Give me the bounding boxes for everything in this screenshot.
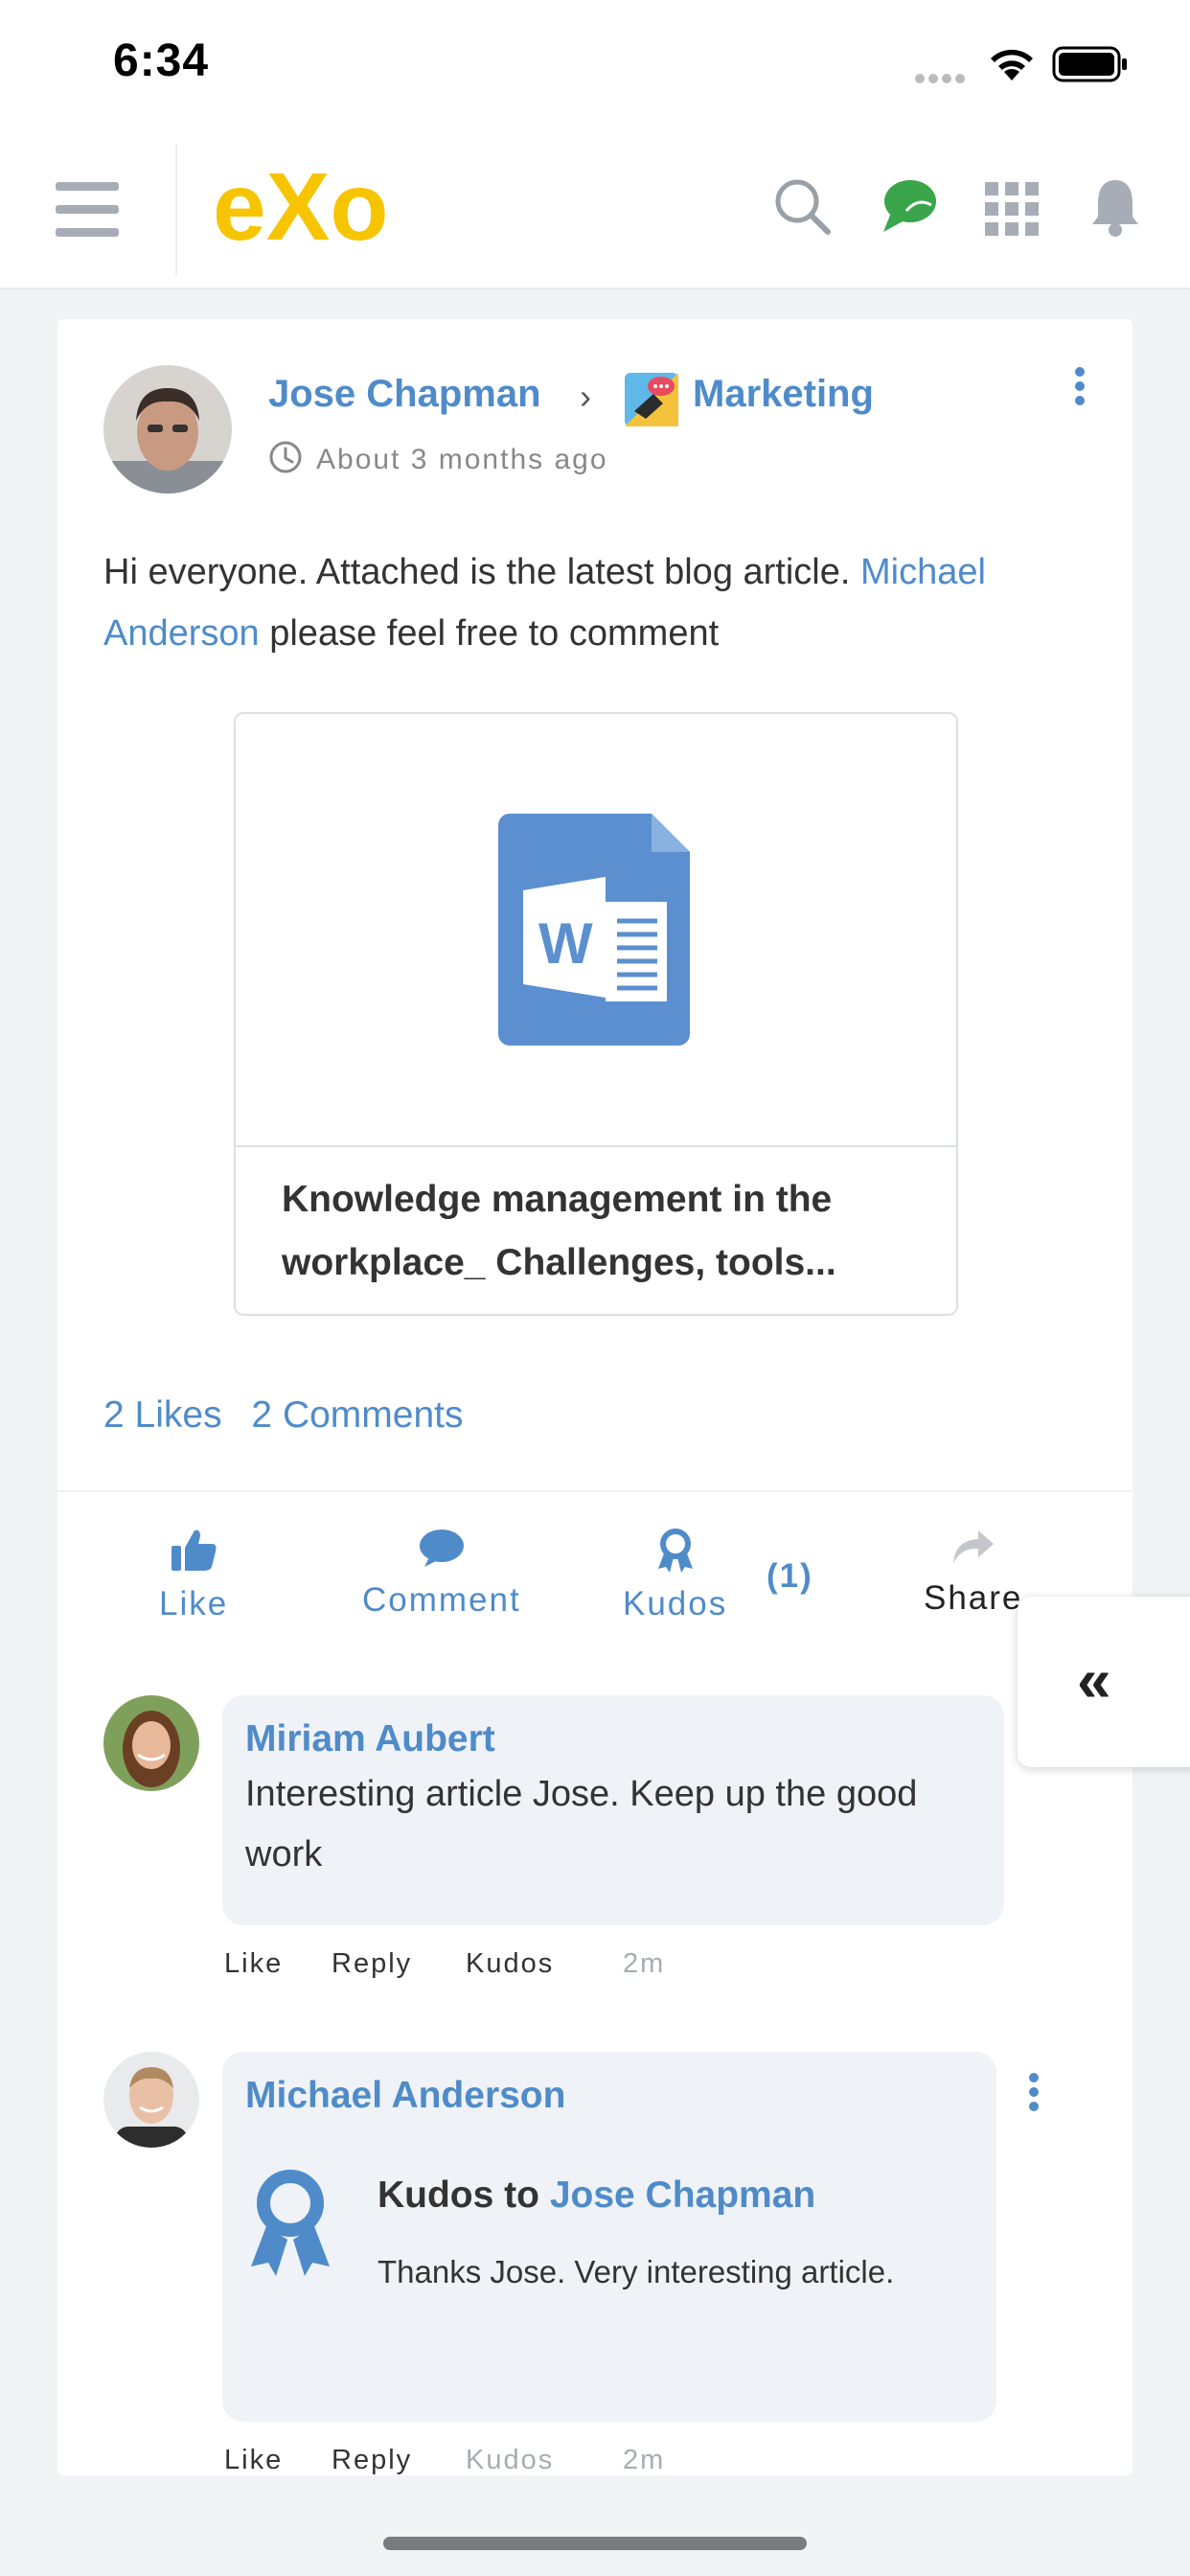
activity-post-card: Jose Chapman › Marketing About 3 months …: [57, 319, 1133, 2475]
attachment-title: Knowledge management in the workplace_ C…: [282, 1179, 836, 1283]
status-time: 6:34: [113, 35, 210, 86]
post-author-name[interactable]: Jose Chapman: [268, 373, 541, 416]
battery-icon: [1052, 46, 1127, 82]
likes-count-link[interactable]: 2 Likes: [103, 1394, 222, 1436]
kudos-count[interactable]: (1): [767, 1557, 813, 1596]
nav-divider: [175, 144, 177, 276]
search-icon[interactable]: [772, 176, 834, 238]
kudos-button[interactable]: Kudos: [623, 1529, 727, 1623]
comment-more-options-icon[interactable]: [1029, 2073, 1041, 2116]
exo-logo[interactable]: eXo: [213, 155, 423, 261]
card-divider: [57, 1490, 1133, 1492]
share-button[interactable]: Share: [924, 1529, 1022, 1618]
kudos-heading: Kudos to Jose Chapman: [378, 2174, 816, 2216]
post-timestamp: About 3 months ago: [316, 444, 608, 475]
comment-bubble: Michael Anderson Kudos to Jose Chapman T…: [222, 2052, 996, 2422]
chevron-right-icon: ›: [580, 377, 591, 416]
author-avatar[interactable]: [103, 365, 232, 494]
post-more-options-icon[interactable]: [1075, 367, 1087, 410]
attachment-preview: W: [236, 714, 956, 1147]
comment-timestamp: 2m: [623, 1948, 666, 1979]
comments-count-link[interactable]: 2 Comments: [251, 1394, 463, 1436]
chat-icon[interactable]: [878, 176, 939, 238]
comment-timestamp: 2m: [623, 2445, 666, 2475]
drawer-toggle-button[interactable]: «: [1018, 1597, 1190, 1767]
comment-author-name[interactable]: Michael Anderson: [245, 2075, 565, 2117]
share-arrow-icon: [952, 1530, 994, 1563]
document-attachment[interactable]: W Knowledge management in the workplace_…: [234, 712, 958, 1316]
comment-kudos-button: Kudos: [466, 2445, 555, 2475]
wifi-icon: [991, 49, 1033, 80]
double-chevron-left-icon: «: [1077, 1645, 1111, 1714]
post-space-name[interactable]: Marketing: [693, 373, 874, 416]
kudos-ribbon-icon: [657, 1529, 693, 1573]
menu-icon[interactable]: [56, 182, 119, 238]
comment-author-avatar[interactable]: [103, 1695, 199, 1791]
comment-bubble: Miriam Aubert Interesting article Jose. …: [222, 1695, 1004, 1925]
logo-text: eXo: [213, 155, 388, 261]
post-body-text: Hi everyone. Attached is the latest blog…: [103, 552, 986, 654]
apps-grid-icon[interactable]: [985, 182, 1039, 236]
reaction-counts: 2 Likes 2 Comments: [103, 1394, 483, 1437]
comment-author-avatar[interactable]: [103, 2052, 199, 2148]
kudos-target-link[interactable]: Jose Chapman: [550, 2174, 815, 2216]
home-indicator[interactable]: [383, 2537, 807, 2550]
comment-author-name[interactable]: Miriam Aubert: [245, 1718, 495, 1760]
word-document-icon: W: [498, 814, 690, 1046]
comment-reply-button[interactable]: Reply: [332, 2445, 412, 2476]
top-navigation-bar: eXo: [0, 134, 1190, 289]
comment-bubble-icon: [419, 1530, 464, 1567]
space-avatar-icon[interactable]: [625, 373, 678, 426]
svg-text:W: W: [538, 911, 593, 976]
comment-reply-button[interactable]: Reply: [332, 1948, 412, 1980]
thumbs-up-icon: [172, 1530, 217, 1571]
kudos-message: Thanks Jose. Very interesting article.: [378, 2254, 895, 2289]
notifications-bell-icon[interactable]: [1088, 176, 1142, 238]
status-bar: 6:34: [0, 0, 1190, 134]
comment-button[interactable]: Comment: [362, 1529, 521, 1620]
comment-kudos-button[interactable]: Kudos: [466, 1948, 554, 1980]
kudos-award-icon: [251, 2170, 330, 2276]
comment-like-button[interactable]: Like: [224, 1948, 283, 1980]
clock-icon: [269, 441, 302, 473]
comment-like-button[interactable]: Like: [224, 2445, 283, 2476]
like-button[interactable]: Like: [159, 1529, 228, 1623]
comment-text: Interesting article Jose. Keep up the go…: [245, 1774, 918, 1874]
cellular-signal-icon: [915, 71, 969, 88]
